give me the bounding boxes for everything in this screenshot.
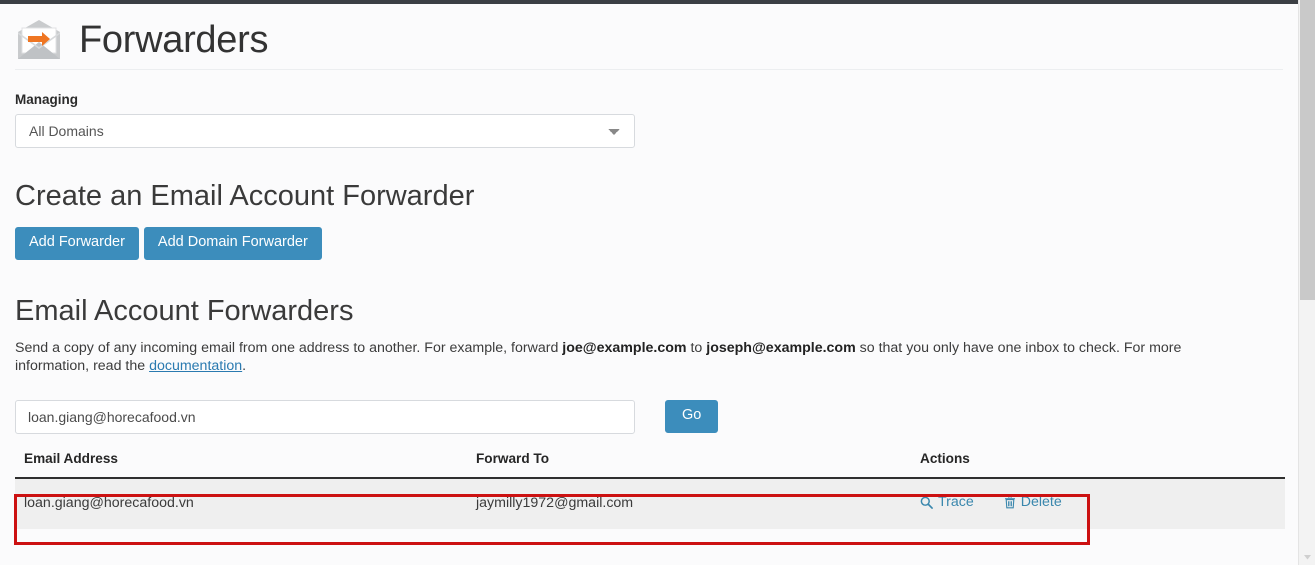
forwarders-list-section: Email Account Forwarders Send a copy of … <box>15 294 1285 529</box>
scrollbar-down-arrow-icon[interactable] <box>1299 548 1315 565</box>
main-content: Forwarders Managing All Domains Create a… <box>0 4 1298 565</box>
table-header-row: Email Address Forward To Actions <box>15 451 1285 478</box>
desc-text-4: . <box>242 357 247 374</box>
desc-text-1: Send a copy of any incoming email from o… <box>15 339 563 356</box>
vertical-scrollbar[interactable] <box>1298 0 1315 565</box>
managing-block: Managing All Domains <box>15 92 1283 148</box>
go-button[interactable]: Go <box>665 400 719 434</box>
create-forwarder-heading: Create an Email Account Forwarder <box>15 180 475 212</box>
forwarders-description: Send a copy of any incoming email from o… <box>15 339 1230 375</box>
desc-text-2: to <box>686 339 707 356</box>
documentation-link[interactable]: documentation <box>149 358 242 374</box>
add-forwarder-button[interactable]: Add Forwarder <box>15 226 139 260</box>
forwarders-list-heading: Email Account Forwarders <box>15 294 354 327</box>
envelope-forward-icon <box>15 18 63 62</box>
cell-email-address: loan.giang@horecafood.vn <box>15 477 467 529</box>
trace-label: Trace <box>938 494 974 511</box>
page-root: Forwarders Managing All Domains Create a… <box>0 0 1315 565</box>
table-head: Email Address Forward To Actions <box>15 451 1285 478</box>
search-icon <box>920 496 933 509</box>
domain-select[interactable]: All Domains <box>15 114 635 148</box>
desc-example-from: joe@example.com <box>562 339 687 356</box>
managing-label: Managing <box>15 92 78 107</box>
create-button-row: Add Forwarder Add Domain Forwarder <box>15 226 1283 260</box>
forwarders-table: Email Address Forward To Actions loan.gi… <box>15 451 1285 529</box>
column-header-forward-to: Forward To <box>476 450 549 466</box>
search-row: Go <box>15 399 1283 434</box>
delete-label: Delete <box>1020 493 1062 510</box>
table-body: loan.giang@horecafood.vn jaymilly1972@gm… <box>15 477 1285 529</box>
create-forwarder-section: Create an Email Account Forwarder Add Fo… <box>15 180 1283 260</box>
column-header-actions: Actions <box>920 450 970 466</box>
table-row: loan.giang@horecafood.vn jaymilly1972@gm… <box>15 477 1285 529</box>
cell-forward-to: jaymilly1972@gmail.com <box>467 477 911 529</box>
trace-action[interactable]: Trace <box>920 494 974 510</box>
cell-actions: Trace Delete <box>911 477 1285 529</box>
column-header-email-address: Email Address <box>24 450 118 466</box>
add-domain-forwarder-button[interactable]: Add Domain Forwarder <box>143 226 322 260</box>
page-title: Forwarders <box>79 18 269 61</box>
page-header: Forwarders <box>15 4 1283 70</box>
scrollbar-thumb[interactable] <box>1300 0 1315 300</box>
trash-icon <box>1004 495 1016 509</box>
search-input[interactable] <box>15 399 635 434</box>
desc-example-to: joseph@example.com <box>706 339 856 356</box>
delete-action[interactable]: Delete <box>1004 494 1062 510</box>
